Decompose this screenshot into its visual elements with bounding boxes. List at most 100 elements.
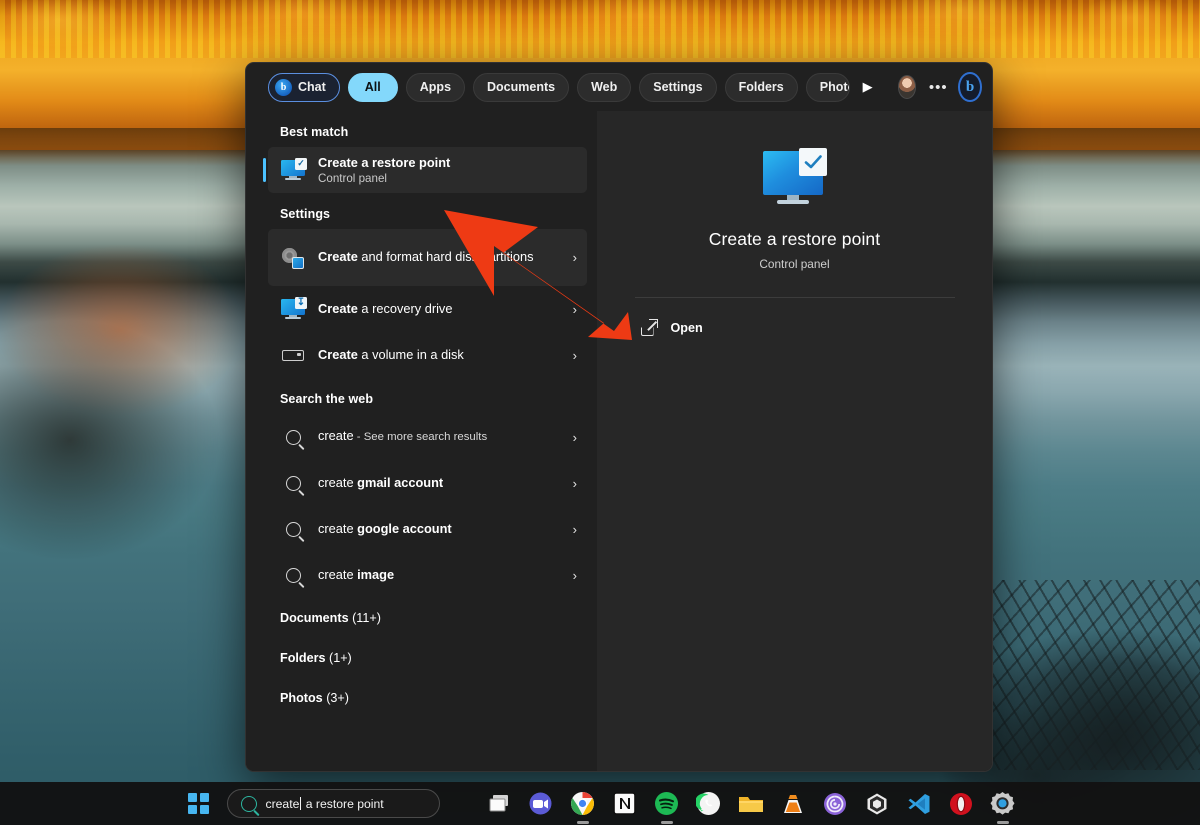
category-label: Documents [280, 611, 353, 625]
chevron-right-icon[interactable]: › [567, 522, 577, 537]
file-explorer-icon[interactable] [736, 789, 766, 819]
category-documents[interactable]: Documents (11+) [246, 598, 597, 638]
web-result-create[interactable]: create - See more search results › [268, 414, 587, 460]
tab-settings-label: Settings [653, 80, 703, 94]
result-create-a-restore-point[interactable]: ✓ Create a restore point Control panel [263, 147, 587, 193]
vscode-icon[interactable] [904, 789, 934, 819]
chevron-right-icon[interactable]: › [567, 476, 577, 491]
search-input-value[interactable]: create a restore point [265, 796, 384, 811]
tab-folders[interactable]: Folders [724, 72, 798, 102]
result-title: Create a recovery drive [318, 301, 567, 318]
web-result-create-gmail-account[interactable]: create gmail account › [268, 460, 587, 506]
more-options-icon[interactable]: ••• [928, 74, 948, 100]
search-filter-tabbar: b Chat All Apps Documents Web Settings F… [246, 63, 992, 111]
category-folders[interactable]: Folders (1+) [246, 638, 597, 678]
web-result-create-google-account[interactable]: create google account › [268, 506, 587, 552]
result-title: Create and format hard disk partitions [318, 249, 567, 266]
result-title: create google account [318, 521, 567, 538]
result-text: create image [318, 567, 567, 584]
search-icon [240, 795, 257, 812]
web-result-create-image[interactable]: create image › [268, 552, 587, 598]
disk-partitions-gear-icon [280, 245, 306, 271]
chevron-right-icon[interactable]: › [567, 348, 577, 363]
settings-heading: Settings [280, 207, 331, 221]
tab-photos-label: Photos [819, 80, 849, 94]
package-icon[interactable] [862, 789, 892, 819]
restore-point-monitor-icon: ✓ [280, 157, 307, 183]
zoom-icon[interactable] [526, 789, 556, 819]
result-create-and-format-hard-disk-partitions[interactable]: Create and format hard disk partitions › [268, 229, 587, 286]
tab-apps-label: Apps [419, 80, 452, 94]
result-text: Create and format hard disk partitions [318, 249, 567, 266]
category-count: (11+) [352, 611, 381, 625]
tab-all[interactable]: All [347, 72, 398, 102]
web-query: create [318, 520, 358, 536]
result-title: create gmail account [318, 475, 567, 492]
search-icon [280, 470, 306, 496]
tabs-scroll-right-icon[interactable]: ▶ [858, 74, 878, 100]
web-query: create [318, 474, 358, 490]
vlc-icon[interactable] [778, 789, 808, 819]
result-text: create gmail account [318, 475, 567, 492]
tab-web-label: Web [591, 80, 618, 94]
open-label: Open [670, 320, 703, 335]
task-view-icon[interactable] [484, 789, 514, 819]
tab-photos[interactable]: Photos [805, 72, 850, 102]
open-button[interactable]: Open [635, 312, 955, 343]
result-text: Create a restore point Control panel [318, 155, 577, 186]
result-text: Create a recovery drive [318, 301, 567, 318]
best-match-heading: Best match [280, 125, 349, 139]
spotify-icon[interactable] [652, 789, 682, 819]
web-bold: gmail account [357, 474, 444, 490]
tab-settings[interactable]: Settings [639, 72, 717, 102]
notion-icon[interactable] [610, 789, 640, 819]
chevron-right-icon[interactable]: › [567, 250, 577, 265]
windows-logo-icon [188, 793, 209, 814]
result-title: Create a volume in a disk [318, 347, 567, 364]
result-preview-panel: Create a restore point Control panel Ope… [597, 111, 992, 771]
chevron-right-icon[interactable]: › [567, 568, 577, 583]
result-title-bold: Create [318, 346, 358, 362]
result-text: create - See more search results [318, 428, 567, 445]
restore-point-monitor-icon [762, 148, 827, 209]
tab-web[interactable]: Web [577, 72, 632, 102]
result-title-rest: a recovery drive [357, 300, 453, 316]
category-label: Folders [280, 651, 329, 665]
chevron-right-icon[interactable]: › [567, 430, 577, 445]
tab-chat[interactable]: b Chat [268, 72, 340, 102]
user-avatar[interactable] [897, 75, 917, 99]
search-the-web-heading: Search the web [280, 392, 374, 406]
result-create-a-recovery-drive[interactable]: ↧ Create a recovery drive › [268, 286, 587, 332]
tab-chat-label: Chat [298, 80, 326, 94]
category-photos[interactable]: Photos (3+) [246, 678, 597, 718]
result-title-rest: a volume in a disk [357, 346, 464, 362]
tab-documents[interactable]: Documents [473, 72, 570, 102]
recovery-drive-monitor-icon: ↧ [280, 296, 307, 322]
web-query: create [318, 428, 354, 444]
web-bold: image [357, 566, 395, 582]
settings-gear-icon[interactable] [988, 789, 1018, 819]
taskbar-search-box[interactable]: create a restore point [226, 789, 440, 818]
start-button[interactable] [183, 788, 215, 820]
search-icon [280, 562, 306, 588]
bittorrent-icon[interactable] [820, 789, 850, 819]
tab-apps[interactable]: Apps [405, 72, 466, 102]
result-title-bold: Create [318, 249, 358, 265]
windows-search-flyout: b Chat All Apps Documents Web Settings F… [245, 62, 993, 772]
search-text-before-caret: create [265, 796, 300, 811]
result-create-a-volume-in-a-disk[interactable]: Create a volume in a disk › [268, 332, 587, 378]
preview-title: Create a restore point [708, 229, 881, 249]
chevron-right-icon[interactable]: › [567, 302, 577, 317]
web-bold: google account [357, 520, 452, 536]
category-label: Photos [280, 691, 327, 705]
whatsapp-icon[interactable] [694, 789, 724, 819]
web-query: create [318, 566, 358, 582]
result-title: create - See more search results [318, 428, 567, 445]
opera-icon[interactable] [946, 789, 976, 819]
search-icon [280, 424, 306, 450]
chrome-icon[interactable] [568, 789, 598, 819]
bing-logo-icon[interactable]: b [958, 72, 982, 102]
search-results-area: Best match ✓ Create a restore point Cont… [246, 111, 992, 771]
result-title-bold: Create [318, 300, 358, 316]
category-count: (3+) [326, 691, 349, 705]
